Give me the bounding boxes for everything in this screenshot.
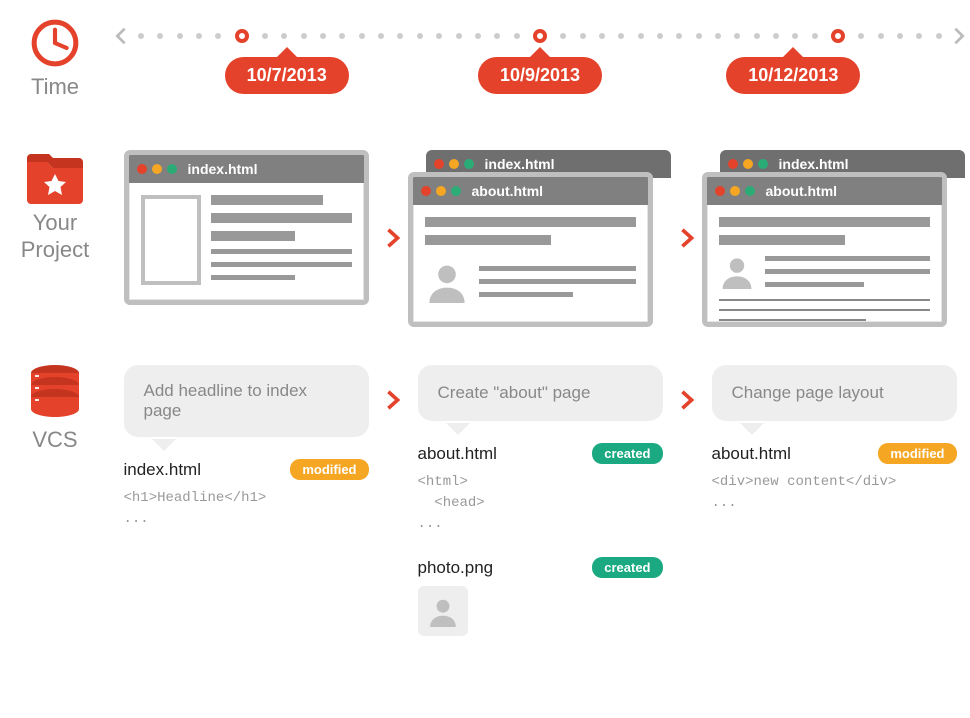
window-snapshot-2: index.html about.html xyxy=(408,150,673,325)
timeline-dot xyxy=(936,33,942,39)
timeline-dot xyxy=(215,33,221,39)
commit-message: Add headline to index page xyxy=(124,365,369,437)
user-avatar-icon xyxy=(427,595,459,627)
timeline-dot xyxy=(397,33,403,39)
timeline-dot xyxy=(138,33,144,39)
chevron-right-icon xyxy=(382,227,404,249)
timeline-arrow-left-icon xyxy=(110,25,132,47)
chevron-right-icon xyxy=(676,227,698,249)
commit-file-row: about.html created xyxy=(418,443,663,464)
timeline-arrow-right-icon xyxy=(948,25,970,47)
timeline-date-3: 10/12/2013 xyxy=(726,57,860,94)
status-badge: modified xyxy=(878,443,956,464)
timeline-dot xyxy=(792,33,798,39)
timeline-dot xyxy=(580,33,586,39)
timeline-dot xyxy=(618,33,624,39)
timeline-dot xyxy=(715,33,721,39)
window-filename: about.html xyxy=(472,183,544,199)
window-snapshot-1: index.html xyxy=(124,150,369,305)
timeline-dot xyxy=(436,33,442,39)
user-avatar-icon xyxy=(719,253,755,289)
commit-diff-snippet: <html> <head> ... xyxy=(418,472,663,535)
commit-message: Create "about" page xyxy=(418,365,663,421)
timeline-dot xyxy=(916,33,922,39)
commit-file-row: about.html modified xyxy=(712,443,957,464)
vcs-label: VCS xyxy=(32,427,77,453)
timeline-dot xyxy=(281,33,287,39)
timeline-dot xyxy=(177,33,183,39)
project-label: Your Project xyxy=(21,210,89,263)
commit-file-row: photo.png created xyxy=(418,557,663,578)
chevron-right-icon xyxy=(382,389,404,411)
commit-file-name: about.html xyxy=(712,444,791,464)
timeline-dot xyxy=(157,33,163,39)
timeline-date-1: 10/7/2013 xyxy=(225,57,349,94)
timeline-dot xyxy=(754,33,760,39)
timeline-dot xyxy=(878,33,884,39)
commit-file-name: index.html xyxy=(124,460,201,480)
commit: Change page layout about.html modified <div… xyxy=(712,365,957,514)
timeline-date-2: 10/9/2013 xyxy=(478,57,602,94)
timeline-dot xyxy=(475,33,481,39)
commit-diff-snippet: <div>new content</div> ... xyxy=(712,472,957,514)
status-badge: created xyxy=(592,443,662,464)
timeline-dot xyxy=(696,33,702,39)
timeline-dot xyxy=(494,33,500,39)
window-snapshot-3: index.html about.html xyxy=(702,150,967,325)
timeline-dot xyxy=(734,33,740,39)
commit: Add headline to index page index.html modi… xyxy=(124,365,369,530)
window-filename: about.html xyxy=(766,183,838,199)
status-badge: modified xyxy=(290,459,368,480)
commit-file-name: about.html xyxy=(418,444,497,464)
timeline-dot xyxy=(359,33,365,39)
timeline-dot xyxy=(417,33,423,39)
timeline-dot xyxy=(897,33,903,39)
timeline-dot xyxy=(514,33,520,39)
timeline-dot xyxy=(773,33,779,39)
timeline-dot xyxy=(456,33,462,39)
timeline-dot xyxy=(812,33,818,39)
window-filename: index.html xyxy=(188,161,258,177)
timeline-marker xyxy=(235,29,249,43)
timeline xyxy=(110,25,970,47)
timeline-dot xyxy=(339,33,345,39)
clock-icon xyxy=(30,18,80,68)
timeline-dot xyxy=(378,33,384,39)
window-filename: index.html xyxy=(485,156,555,172)
commit-file-row: index.html modified xyxy=(124,459,369,480)
image-thumbnail xyxy=(418,586,468,636)
status-badge: created xyxy=(592,557,662,578)
chevron-right-icon xyxy=(676,389,698,411)
timeline-dot xyxy=(858,33,864,39)
commit: Create "about" page about.html created <htm… xyxy=(418,365,663,636)
timeline-dot xyxy=(196,33,202,39)
timeline-dot xyxy=(301,33,307,39)
user-avatar-icon xyxy=(425,259,469,303)
commit-file-name: photo.png xyxy=(418,558,494,578)
timeline-marker xyxy=(831,29,845,43)
database-icon xyxy=(29,365,81,421)
time-label: Time xyxy=(31,74,79,100)
timeline-marker xyxy=(533,29,547,43)
commit-message: Change page layout xyxy=(712,365,957,421)
window-filename: index.html xyxy=(779,156,849,172)
timeline-dot xyxy=(320,33,326,39)
timeline-dot xyxy=(638,33,644,39)
commit-diff-snippet: <h1>Headline</h1> ... xyxy=(124,488,369,530)
timeline-dot xyxy=(657,33,663,39)
timeline-dot xyxy=(676,33,682,39)
timeline-dot xyxy=(599,33,605,39)
timeline-dot xyxy=(262,33,268,39)
folder-star-icon xyxy=(25,150,85,204)
timeline-dot xyxy=(560,33,566,39)
